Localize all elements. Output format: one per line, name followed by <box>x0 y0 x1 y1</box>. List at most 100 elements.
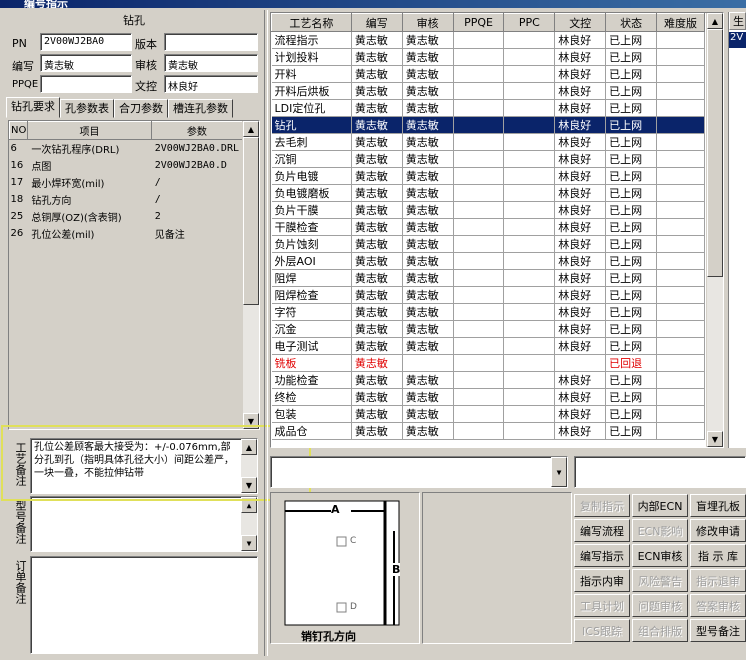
cell-ppc[interactable] <box>503 31 556 49</box>
secondary-combo[interactable] <box>574 456 746 488</box>
cell-ppc[interactable] <box>503 48 556 66</box>
cell-ppc[interactable] <box>503 337 556 355</box>
cell-status[interactable]: 已上网 <box>605 150 658 168</box>
column-header-no[interactable]: NO <box>8 121 29 140</box>
cell-doc-control[interactable]: 林良好 <box>554 371 607 389</box>
cell-process[interactable]: 字符 <box>271 303 352 321</box>
cell-reviewer[interactable]: 黄志敏 <box>402 48 454 66</box>
cell-doc-control[interactable]: 林良好 <box>554 201 607 219</box>
cell-doc-control[interactable]: 林良好 <box>554 167 607 185</box>
cell-reviewer[interactable]: 黄志敏 <box>402 65 454 83</box>
action-button-14[interactable]: 问题审核 <box>632 594 688 617</box>
table-row[interactable]: 字符 黄志敏 黄志敏 林良好 已上网 <box>271 303 705 321</box>
cell-doc-control[interactable]: 林良好 <box>554 252 607 270</box>
cell-status[interactable]: 已上网 <box>605 65 658 83</box>
cell-doc-control[interactable]: 林良好 <box>554 405 607 423</box>
table-row[interactable]: LDI定位孔 黄志敏 黄志敏 林良好 已上网 <box>271 99 705 117</box>
cell-difficulty[interactable] <box>656 31 705 49</box>
cell-status[interactable]: 已上网 <box>605 116 658 134</box>
cell-doc-control[interactable]: 林良好 <box>554 388 607 406</box>
cell-process[interactable]: 负片电镀 <box>271 167 352 185</box>
action-button-12[interactable]: 指示退审 <box>690 569 746 592</box>
cell-difficulty[interactable] <box>656 65 705 83</box>
table-row[interactable]: 阻焊 黄志敏 黄志敏 林良好 已上网 <box>271 269 705 287</box>
cell-difficulty[interactable] <box>656 337 705 355</box>
cell-process[interactable]: 沉铜 <box>271 150 352 168</box>
cell-process[interactable]: 沉金 <box>271 320 352 338</box>
row-no[interactable]: 16 <box>9 156 29 174</box>
filter-combo[interactable]: ▼ <box>270 456 568 488</box>
cell-ppqe[interactable] <box>453 150 505 168</box>
cell-reviewer[interactable]: 黄志敏 <box>402 388 454 406</box>
cell-difficulty[interactable] <box>656 82 705 100</box>
table-row[interactable]: 开料后烘板 黄志敏 黄志敏 林良好 已上网 <box>271 82 705 100</box>
cell-reviewer[interactable]: 黄志敏 <box>402 371 454 389</box>
param-table-scrollbar[interactable]: ▲ ▼ <box>242 121 259 429</box>
cell-difficulty[interactable] <box>656 150 705 168</box>
scroll-thumb[interactable] <box>243 137 259 305</box>
cell-process[interactable]: 流程指示 <box>271 31 352 49</box>
cell-writer[interactable]: 黄志敏 <box>351 371 403 389</box>
pn-field[interactable]: 2V00WJ2BA0 <box>40 33 132 51</box>
cell-reviewer[interactable]: 黄志敏 <box>402 337 454 355</box>
column-header-item[interactable]: 项目 <box>27 121 152 140</box>
cell-writer[interactable]: 黄志敏 <box>351 65 403 83</box>
cell-doc-control[interactable]: 林良好 <box>554 133 607 151</box>
ppqe-field[interactable] <box>40 75 132 93</box>
cell-difficulty[interactable] <box>656 422 705 440</box>
action-button-16[interactable]: ICS跟踪 <box>574 619 630 642</box>
cell-status[interactable]: 已上网 <box>605 82 658 100</box>
cell-ppc[interactable] <box>503 371 556 389</box>
cell-doc-control[interactable]: 林良好 <box>554 65 607 83</box>
cell-process[interactable]: 阻焊检查 <box>271 286 352 304</box>
tab-slot-params[interactable]: 槽连孔参数 <box>168 99 233 118</box>
cell-reviewer[interactable]: 黄志敏 <box>402 252 454 270</box>
row-item[interactable]: 钻孔方向 <box>27 190 152 208</box>
cell-difficulty[interactable] <box>656 269 705 287</box>
table-row[interactable]: 干膜检查 黄志敏 黄志敏 林良好 已上网 <box>271 218 705 236</box>
cell-ppqe[interactable] <box>453 31 505 49</box>
action-button-11[interactable]: 风险警告 <box>632 569 688 592</box>
cell-ppqe[interactable] <box>453 371 505 389</box>
cell-reviewer[interactable]: 黄志敏 <box>402 116 454 134</box>
cell-status[interactable]: 已上网 <box>605 286 658 304</box>
cell-status[interactable]: 已上网 <box>605 235 658 253</box>
row-item[interactable]: 孔位公差(mil) <box>27 224 152 242</box>
row-item[interactable]: 点图 <box>27 156 152 174</box>
cell-reviewer[interactable]: 黄志敏 <box>402 405 454 423</box>
cell-process[interactable]: 开料 <box>271 65 352 83</box>
tab-hole-params[interactable]: 孔参数表 <box>60 99 114 118</box>
cell-doc-control[interactable]: 林良好 <box>554 184 607 202</box>
scroll-up-button[interactable]: ▲ <box>707 13 723 29</box>
cell-reviewer[interactable]: 黄志敏 <box>402 184 454 202</box>
cell-writer[interactable]: 黄志敏 <box>351 116 403 134</box>
table-row[interactable]: 功能检查 黄志敏 黄志敏 林良好 已上网 <box>271 371 705 389</box>
action-button-15[interactable]: 答案审核 <box>690 594 746 617</box>
table-row[interactable]: 流程指示 黄志敏 黄志敏 林良好 已上网 <box>271 31 705 49</box>
table-row[interactable]: 阻焊检查 黄志敏 黄志敏 林良好 已上网 <box>271 286 705 304</box>
column-header-reviewer[interactable]: 审核 <box>401 13 454 32</box>
doc-control-field[interactable]: 林良好 <box>164 75 258 93</box>
cell-ppc[interactable] <box>503 422 556 440</box>
cell-difficulty[interactable] <box>656 99 705 117</box>
table-row[interactable]: 负电镀磨板 黄志敏 黄志敏 林良好 已上网 <box>271 184 705 202</box>
action-button-10[interactable]: 指示内审 <box>574 569 630 592</box>
cell-ppqe[interactable] <box>453 422 505 440</box>
action-button-4[interactable]: 编写流程 <box>574 519 630 542</box>
cell-process[interactable]: 钻孔 <box>271 116 352 134</box>
row-item[interactable]: 一次钻孔程序(DRL) <box>27 139 152 157</box>
cell-difficulty[interactable] <box>656 303 705 321</box>
cell-writer[interactable]: 黄志敏 <box>351 48 403 66</box>
cell-difficulty[interactable] <box>656 388 705 406</box>
cell-ppc[interactable] <box>503 320 556 338</box>
column-header-ppqe[interactable]: PPQE <box>452 13 505 32</box>
table-row[interactable]: 铣板 黄志敏 已回退 <box>271 354 705 372</box>
cell-ppc[interactable] <box>503 269 556 287</box>
cell-difficulty[interactable] <box>656 184 705 202</box>
cell-process[interactable]: 去毛刺 <box>271 133 352 151</box>
cell-process[interactable]: 包装 <box>271 405 352 423</box>
cell-status[interactable]: 已上网 <box>605 99 658 117</box>
cell-process[interactable]: 计划投料 <box>271 48 352 66</box>
cell-status[interactable]: 已上网 <box>605 31 658 49</box>
cell-writer[interactable]: 黄志敏 <box>351 218 403 236</box>
